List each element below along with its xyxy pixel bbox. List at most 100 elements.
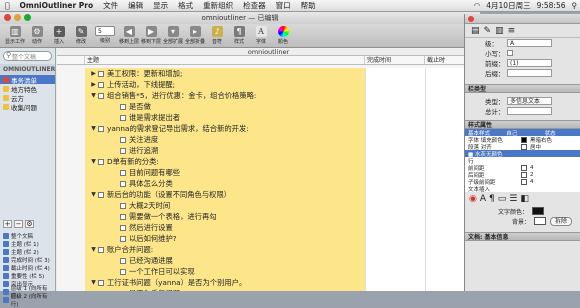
row-handle-icon[interactable]: ▶	[89, 69, 98, 78]
lowercase-checkbox[interactable]	[507, 50, 513, 56]
row-handle-icon[interactable]: ▶	[89, 80, 98, 89]
row-handle-icon[interactable]	[111, 135, 120, 144]
outline-row[interactable]: ▼ 组合销售*5，进行优惠：金卡，组合价格策略:	[85, 90, 365, 101]
styles-button[interactable]: ¶样式	[228, 24, 250, 45]
column-header-done[interactable]: 完成时间	[365, 56, 425, 64]
outline-row-text[interactable]: 以后如何维护?	[129, 233, 177, 244]
outline-row-text[interactable]: 组合销售*5，进行优惠：金卡，组合价格策略:	[107, 90, 256, 101]
menu-edit[interactable]: 编辑	[123, 0, 148, 11]
sidebar-item-local[interactable]: 地方特色	[0, 84, 55, 93]
outline-row-text[interactable]: 需要做一个表格，进行再勾	[129, 211, 217, 222]
status-checkbox[interactable]	[120, 181, 126, 187]
status-checkbox[interactable]	[120, 214, 126, 220]
menu-file[interactable]: 文件	[98, 0, 123, 11]
outline-row-text[interactable]: yanna的需求登记导出需求，结合新的开发:	[107, 123, 249, 134]
color-wheel-icon[interactable]: ◉	[469, 194, 477, 204]
status-checkbox[interactable]	[98, 126, 104, 132]
sidebar-item-issues[interactable]: 收集问题	[0, 102, 55, 111]
outline-row-text[interactable]: 一个工作日可以实现	[129, 266, 195, 277]
inspector-tab-row-icon[interactable]: ≡	[508, 26, 516, 36]
status-checkbox[interactable]	[120, 258, 126, 264]
menu-help[interactable]: 帮助	[296, 0, 321, 11]
expand-all-button[interactable]: ▾全部扩展	[162, 24, 184, 45]
close-icon[interactable]	[4, 14, 11, 21]
outline-row-text[interactable]: 大概2天时间	[129, 200, 170, 211]
text-color-well[interactable]	[532, 207, 544, 215]
menu-clock-time[interactable]: 9:58:56	[534, 1, 569, 10]
outline-row-text[interactable]: 关注进度	[129, 134, 158, 145]
status-checkbox[interactable]	[120, 137, 126, 143]
style-item[interactable]: 层级 2 (向所有行)	[0, 296, 56, 304]
row-handle-icon[interactable]	[111, 113, 120, 122]
outline-row[interactable]: 是否做	[85, 101, 365, 112]
outline-row-text[interactable]: 工行证书问题（yanna）是否为个别用户。	[107, 277, 246, 288]
inspector-tab-style-icon[interactable]: ✎	[484, 26, 492, 36]
remove-button[interactable]: −	[14, 220, 23, 228]
add-button[interactable]: +	[3, 220, 12, 228]
apple-menu-icon[interactable]: 	[0, 1, 15, 10]
suffix-input[interactable]	[507, 69, 552, 77]
row-handle-icon[interactable]	[111, 223, 120, 232]
row-handle-icon[interactable]	[111, 256, 120, 265]
outline-row-text[interactable]: 新后台的功能（设置不同角色与权限）	[107, 189, 231, 200]
status-checkbox[interactable]	[98, 247, 104, 253]
edit-button[interactable]: ✎修改	[70, 24, 92, 45]
inspector-tab-document-icon[interactable]: ▤	[471, 26, 480, 36]
column-header-topic[interactable]: 主题	[85, 56, 365, 64]
inspector-tab-column-icon[interactable]: ▥	[495, 26, 504, 36]
status-checkbox[interactable]	[98, 93, 104, 99]
row-handle-icon[interactable]	[111, 168, 120, 177]
sum-select[interactable]	[507, 107, 552, 115]
spotlight-icon[interactable]: ⚲	[569, 1, 580, 10]
show-work-button[interactable]: ▥显示工作	[4, 24, 26, 45]
style-attr-row[interactable]: 文本插入	[465, 185, 580, 192]
menu-clock-date[interactable]: 4月10日周三	[483, 0, 533, 11]
outline-row-text[interactable]: 具体怎么分类	[129, 178, 173, 189]
outline-row[interactable]: ▼ 账户合并问题:	[85, 244, 365, 255]
status-checkbox[interactable]	[120, 203, 126, 209]
status-checkbox[interactable]	[120, 236, 126, 242]
outline-row[interactable]: 然后进行设置	[85, 222, 365, 233]
status-checkbox[interactable]	[98, 192, 104, 198]
status-checkbox[interactable]	[120, 225, 126, 231]
outline-row-text[interactable]: D单有新的分类:	[107, 156, 159, 167]
outline-row-text[interactable]: 是否做	[129, 101, 151, 112]
outline-row[interactable]: 谁是需求提出者	[85, 112, 365, 123]
outline-row-text[interactable]: 进行追溯	[129, 145, 158, 156]
sidebar-gear-button[interactable]: ⚙	[25, 220, 34, 228]
style-item[interactable]: 整个文稿	[0, 232, 56, 240]
zoom-icon[interactable]	[24, 14, 31, 21]
note-button[interactable]: ♪音符	[206, 24, 228, 45]
level-value[interactable]: 5	[95, 26, 115, 36]
outline-row[interactable]: ▼ 新后台的功能（设置不同角色与权限）	[85, 189, 365, 200]
style-item[interactable]: 重要性 (栏 5)	[0, 272, 56, 280]
disclosure-triangle-icon[interactable]: ▼	[89, 91, 98, 100]
outline-row-text[interactable]: 然后进行设置	[129, 222, 173, 233]
row-handle-icon[interactable]	[111, 267, 120, 276]
row-handle-icon[interactable]	[111, 146, 120, 155]
app-menu[interactable]: OmniOutliner Pro	[15, 1, 99, 10]
style-item[interactable]: 主题 (栏 2)	[0, 248, 56, 256]
action-button[interactable]: ⚙动作	[26, 24, 48, 45]
outline-row-text[interactable]: 账户合并问题:	[107, 244, 153, 255]
disclosure-triangle-icon[interactable]: ▼	[89, 190, 98, 199]
outline-row[interactable]: ▼工行证书问题（yanna）是否为个别用户。	[85, 277, 365, 288]
level-popup[interactable]: 5级别	[92, 24, 118, 44]
outline-row[interactable]: ▶上传活动，下线提醒;	[85, 79, 365, 90]
disclosure-triangle-icon[interactable]: ▼	[89, 245, 98, 254]
type-select[interactable]: 多信息文本	[507, 97, 552, 105]
column-type-section[interactable]: 栏类型	[465, 84, 580, 93]
insert-button[interactable]: +插入	[48, 24, 70, 45]
outdent-button[interactable]: ◀移到上层	[118, 24, 140, 45]
row-handle-icon[interactable]	[111, 201, 120, 210]
remove-background-button[interactable]: 拆除	[550, 217, 572, 226]
status-checkbox[interactable]	[98, 280, 104, 286]
style-item[interactable]: 截止时间 (栏 4)	[0, 264, 56, 272]
paragraph-icon[interactable]: ¶	[489, 194, 495, 204]
font-icon[interactable]: A	[480, 194, 486, 204]
disclosure-triangle-icon[interactable]: ▼	[89, 124, 98, 133]
close-icon[interactable]	[468, 16, 474, 22]
level-style-select[interactable]: A	[507, 39, 552, 47]
disclosure-triangle-icon[interactable]: ▼	[89, 157, 98, 166]
document-info-section[interactable]: 文档: 基本信息	[465, 232, 580, 241]
